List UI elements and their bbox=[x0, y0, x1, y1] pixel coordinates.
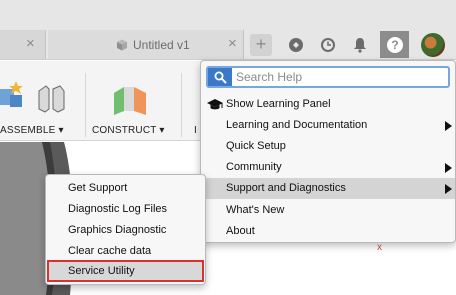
construct-menu[interactable]: CONSTRUCT ▾ bbox=[92, 125, 165, 136]
help-button[interactable]: ? bbox=[380, 31, 409, 58]
notifications-bell-icon[interactable] bbox=[350, 36, 370, 54]
joint-icon[interactable] bbox=[36, 83, 68, 115]
help-icon: ? bbox=[386, 36, 403, 53]
search-icon bbox=[208, 68, 232, 86]
cube-icon bbox=[117, 39, 127, 51]
menu-item-whats-new[interactable]: What's New bbox=[201, 200, 455, 221]
help-search-box bbox=[206, 66, 450, 88]
menu-item-show-learning-panel[interactable]: Show Learning Panel bbox=[201, 94, 455, 115]
inspect-menu[interactable]: I bbox=[194, 125, 197, 136]
menu-item-about[interactable]: About bbox=[201, 221, 455, 242]
submenu-item-label: Graphics Diagnostic bbox=[68, 224, 167, 236]
tab-title: Untitled v1 bbox=[116, 38, 190, 52]
submenu-item-clear-cache-data[interactable]: Clear cache data bbox=[46, 241, 205, 262]
tab-close-button[interactable]: × bbox=[228, 35, 237, 53]
menu-item-label: What's New bbox=[226, 204, 285, 216]
menu-item-support-and-diagnostics[interactable]: Support and Diagnostics bbox=[201, 178, 455, 199]
menu-item-community[interactable]: Community bbox=[201, 157, 455, 178]
tab-bar: × Untitled v1 × + ? bbox=[0, 0, 456, 60]
ribbon-divider bbox=[181, 73, 182, 137]
submenu-arrow-icon bbox=[445, 121, 452, 131]
menu-item-label: Show Learning Panel bbox=[226, 98, 331, 110]
canvas-marker: x bbox=[377, 242, 382, 253]
tab-close-button[interactable]: × bbox=[26, 35, 35, 53]
submenu-arrow-icon bbox=[445, 184, 452, 194]
menu-item-label: About bbox=[226, 225, 255, 237]
document-tab-untitled[interactable]: Untitled v1 × bbox=[48, 30, 244, 59]
submenu-item-label: Get Support bbox=[68, 182, 128, 194]
menu-item-label: Support and Diagnostics bbox=[226, 182, 346, 194]
menu-item-label: Quick Setup bbox=[226, 140, 286, 152]
ribbon-divider bbox=[85, 73, 86, 137]
extensions-icon[interactable] bbox=[286, 36, 306, 54]
menu-item-label: Learning and Documentation bbox=[226, 119, 368, 131]
assemble-icon[interactable] bbox=[0, 79, 28, 113]
submenu-item-get-support[interactable]: Get Support bbox=[46, 178, 205, 199]
support-diagnostics-submenu: Get Support Diagnostic Log Files Graphic… bbox=[45, 174, 206, 285]
help-search-input[interactable] bbox=[236, 69, 446, 85]
menu-item-label: Community bbox=[226, 161, 282, 173]
submenu-item-diagnostic-log-files[interactable]: Diagnostic Log Files bbox=[46, 199, 205, 220]
help-dropdown-menu: Show Learning Panel Learning and Documen… bbox=[200, 60, 456, 243]
menu-item-quick-setup[interactable]: Quick Setup bbox=[201, 136, 455, 157]
svg-text:?: ? bbox=[391, 38, 398, 52]
submenu-item-service-utility[interactable]: Service Utility bbox=[47, 260, 204, 282]
new-tab-button[interactable]: + bbox=[250, 34, 272, 56]
submenu-item-graphics-diagnostic[interactable]: Graphics Diagnostic bbox=[46, 220, 205, 241]
assemble-menu[interactable]: ASSEMBLE ▾ bbox=[0, 125, 64, 136]
tab-title-text: Untitled v1 bbox=[133, 38, 190, 52]
submenu-item-label: Diagnostic Log Files bbox=[68, 203, 168, 215]
submenu-item-label: Service Utility bbox=[68, 265, 135, 277]
document-tab[interactable]: × bbox=[0, 30, 46, 59]
submenu-item-label: Clear cache data bbox=[68, 245, 152, 257]
user-avatar[interactable] bbox=[421, 33, 445, 57]
job-status-icon[interactable] bbox=[318, 36, 338, 54]
construct-plane-icon[interactable] bbox=[112, 85, 148, 117]
menu-item-learning-and-documentation[interactable]: Learning and Documentation bbox=[201, 115, 455, 136]
submenu-arrow-icon bbox=[445, 163, 452, 173]
graduation-cap-icon bbox=[207, 99, 223, 110]
